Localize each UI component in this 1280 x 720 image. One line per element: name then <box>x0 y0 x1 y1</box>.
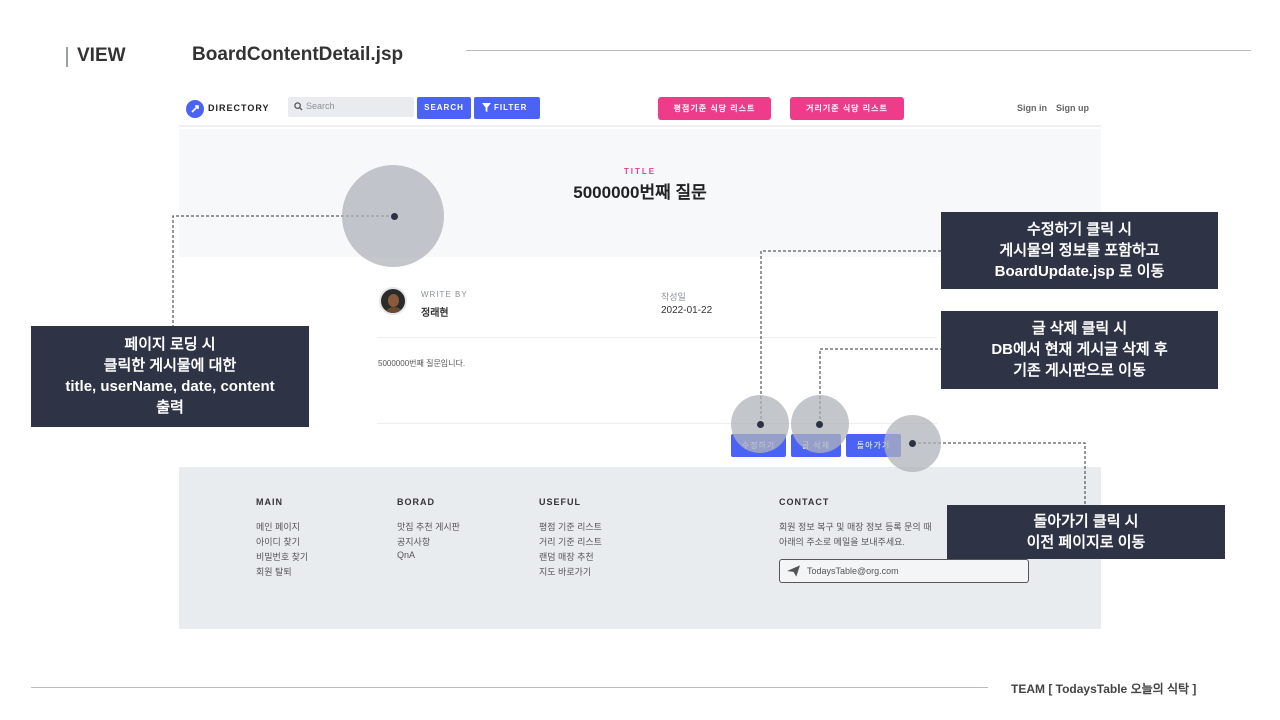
callout-line: DB에서 현재 게시글 삭제 후 <box>991 341 1168 358</box>
callout-line: 클릭한 게시물에 대한 <box>103 357 237 374</box>
callout-line: 페이지 로딩 시 <box>124 336 216 353</box>
annotation-dot <box>391 213 398 220</box>
annotation-dot <box>816 421 823 428</box>
callout-line: 기존 게시판으로 이동 <box>1013 362 1146 379</box>
callout-line: 글 삭제 클릭 시 <box>1031 320 1128 337</box>
callout-line: 게시물의 정보를 포함하고 <box>999 242 1160 259</box>
team-label: TEAM [ TodaysTable 오늘의 식탁 ] <box>1011 682 1197 696</box>
callout-line: 수정하기 클릭 시 <box>1027 221 1132 238</box>
callout-delete: 글 삭제 클릭 시 DB에서 현재 게시글 삭제 후 기존 게시판으로 이동 <box>941 311 1218 389</box>
callout-line: BoardUpdate.jsp 로 이동 <box>994 263 1165 280</box>
callout-line: 돌아가기 클릭 시 <box>1033 513 1139 530</box>
annotation-dot <box>909 440 916 447</box>
callout-page-load: 페이지 로딩 시 클릭한 게시물에 대한 title, userName, da… <box>31 326 309 427</box>
callout-edit: 수정하기 클릭 시 게시물의 정보를 포함하고 BoardUpdate.jsp … <box>941 212 1218 289</box>
callout-line: 이전 페이지로 이동 <box>1026 534 1146 551</box>
callout-line: 출력 <box>156 399 184 416</box>
bottom-rule <box>31 687 988 688</box>
callout-line: title, userName, date, content <box>65 378 275 395</box>
callout-back: 돌아가기 클릭 시 이전 페이지로 이동 <box>947 505 1225 559</box>
annotation-dot <box>757 421 764 428</box>
